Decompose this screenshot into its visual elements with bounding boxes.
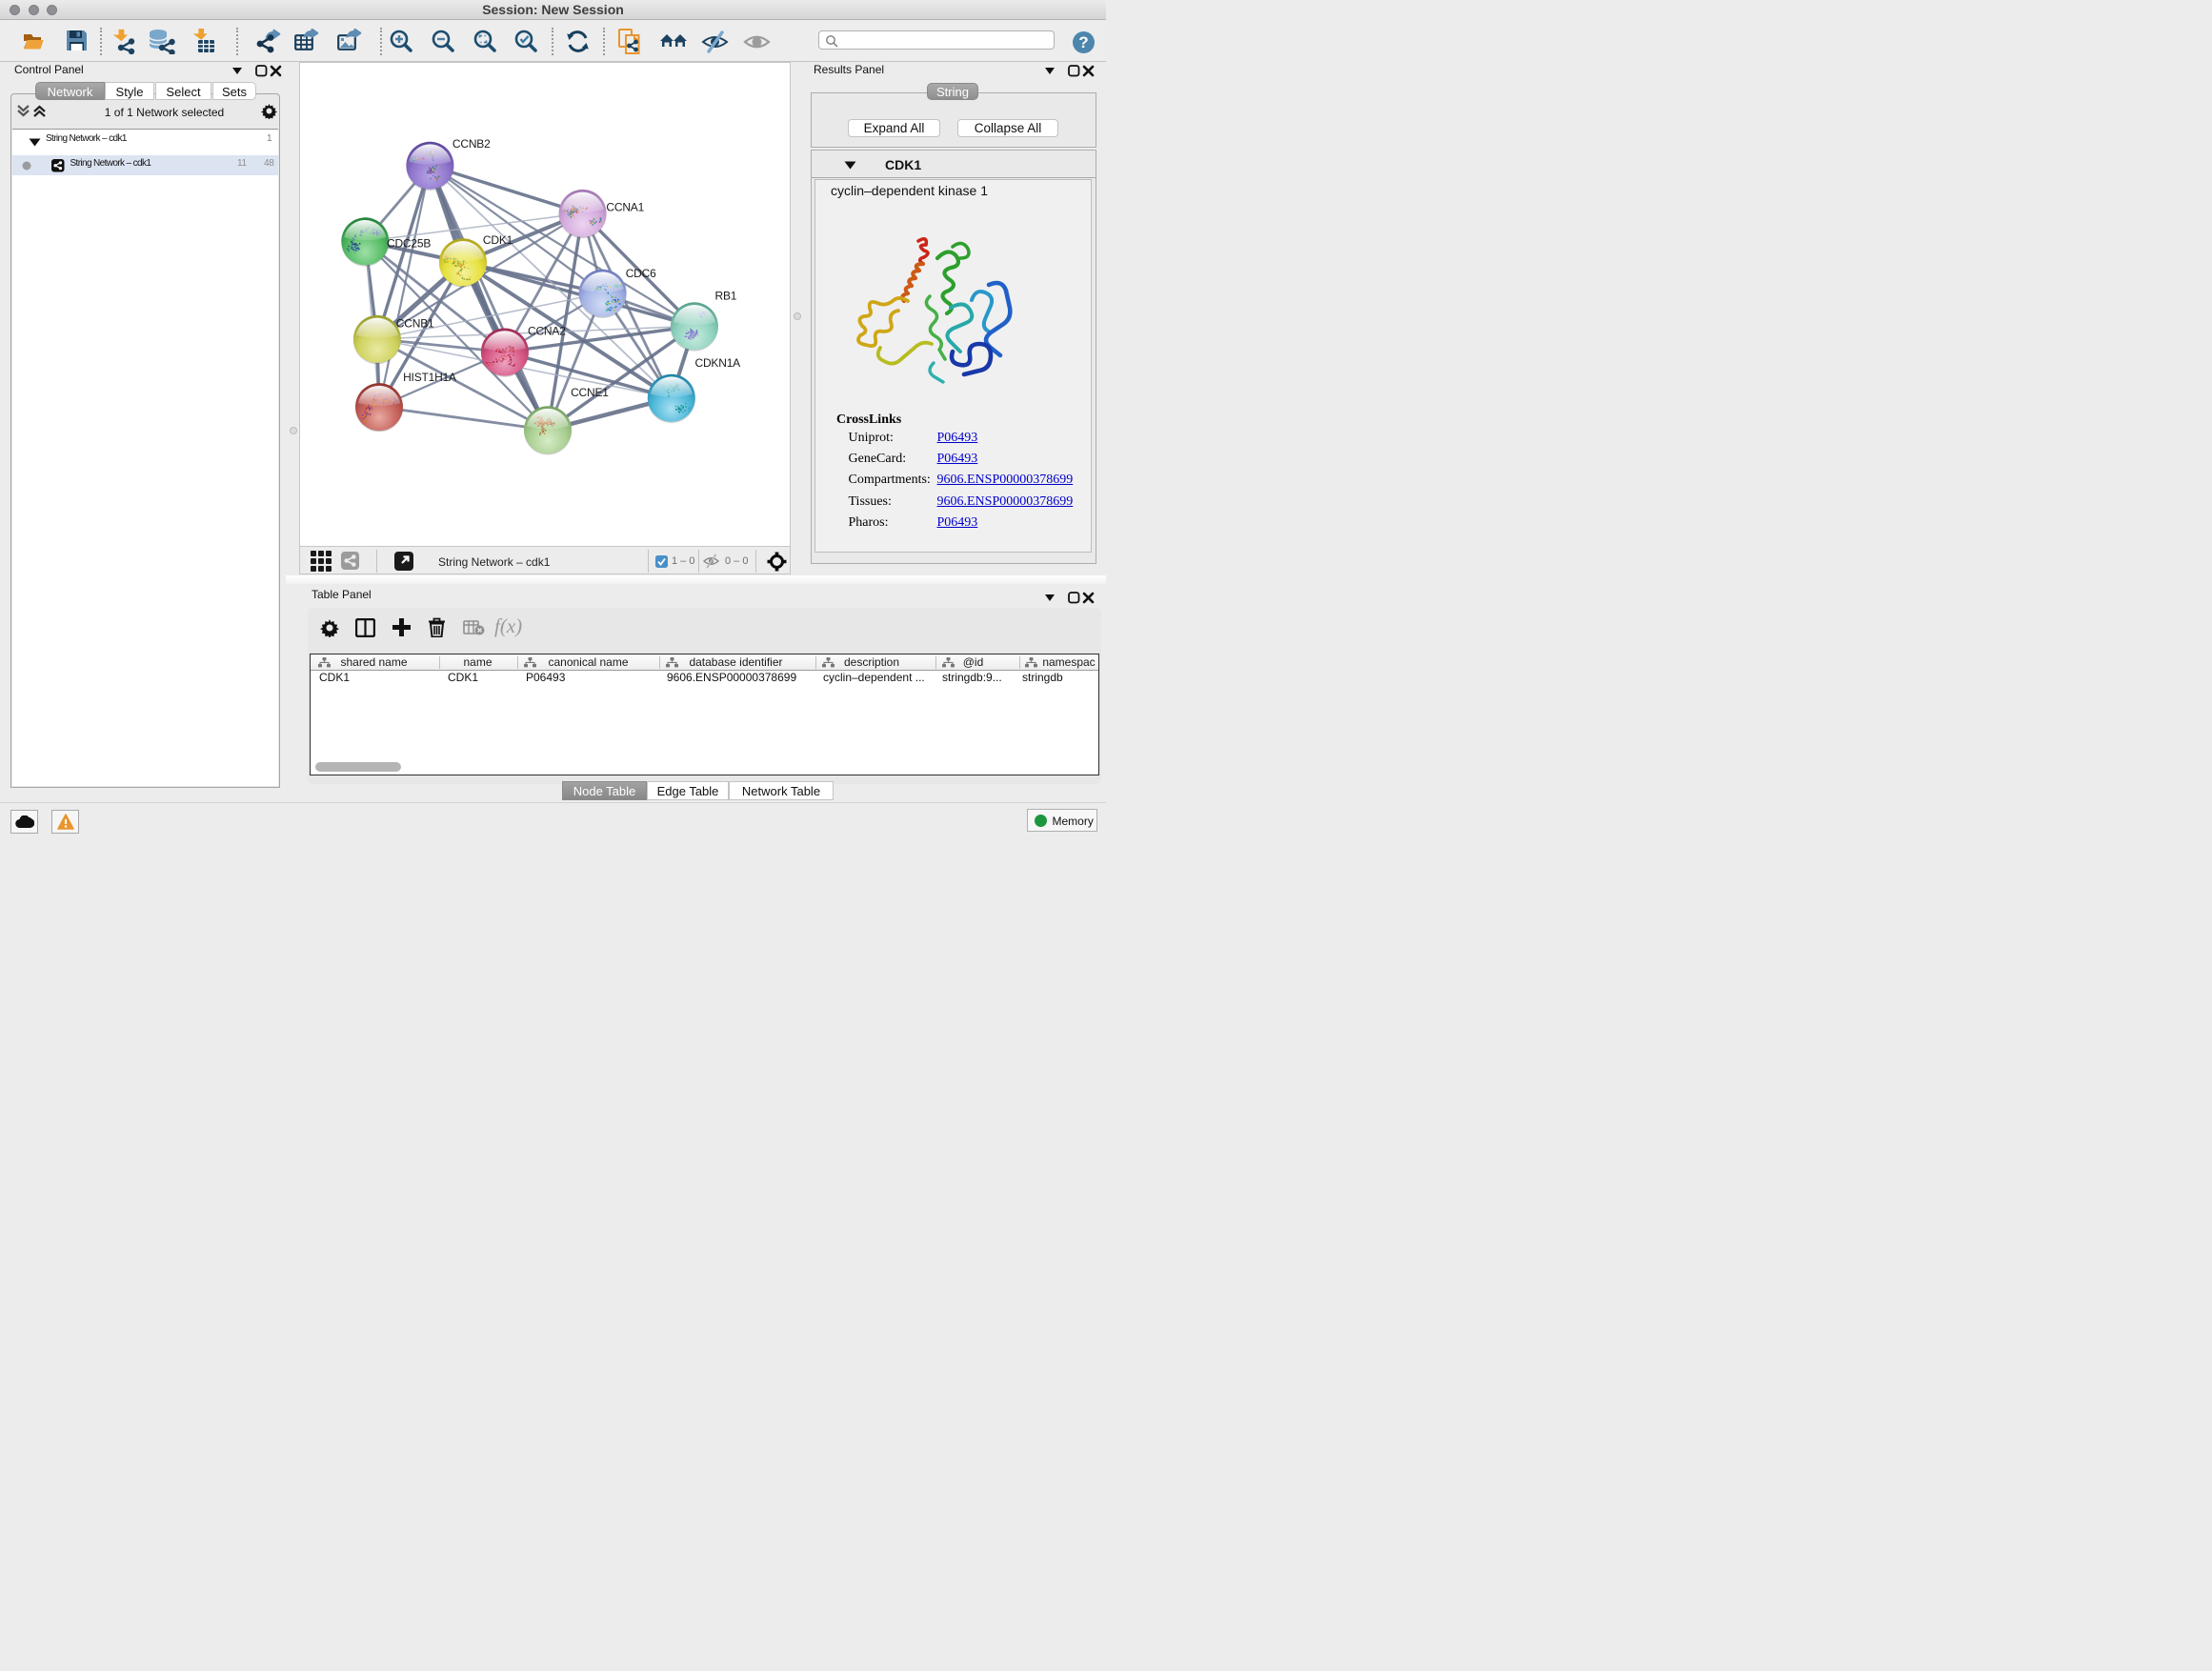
svg-text:CDC25B: CDC25B bbox=[387, 237, 431, 251]
svg-text:RB1: RB1 bbox=[715, 290, 737, 303]
svg-text:CCNA1: CCNA1 bbox=[606, 200, 644, 213]
svg-text:CCNE1: CCNE1 bbox=[571, 386, 609, 399]
svg-text:CCNB2: CCNB2 bbox=[452, 137, 491, 151]
svg-text:CDC6: CDC6 bbox=[626, 267, 656, 280]
svg-text:CDK1: CDK1 bbox=[483, 233, 513, 247]
svg-text:CCNB1: CCNB1 bbox=[396, 316, 434, 330]
svg-text:HIST1H1A: HIST1H1A bbox=[403, 371, 456, 384]
svg-text:CDKN1A: CDKN1A bbox=[695, 356, 741, 370]
svg-text:CCNA2: CCNA2 bbox=[528, 324, 566, 337]
